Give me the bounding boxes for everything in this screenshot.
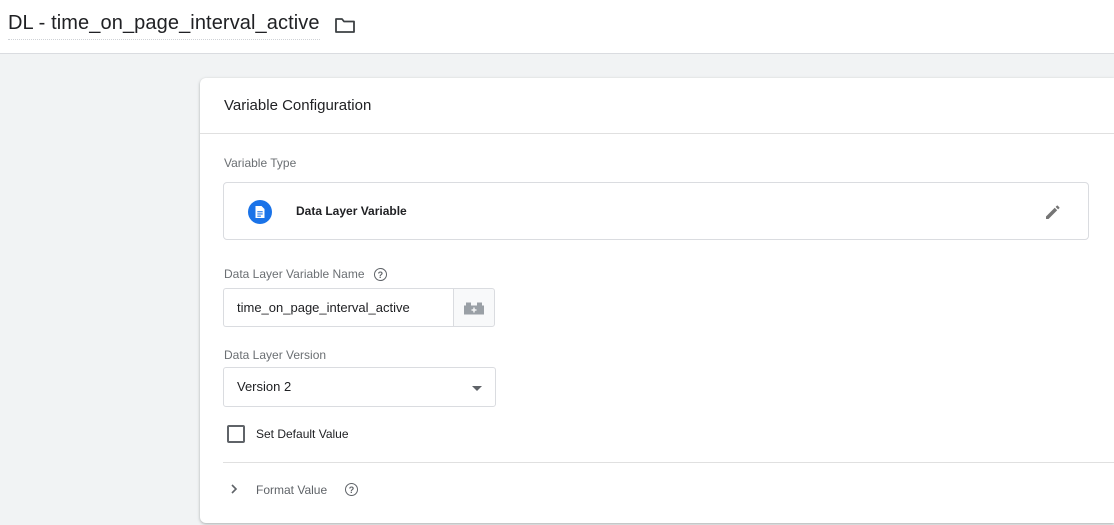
insert-variable-button[interactable] — [453, 288, 495, 327]
divider — [223, 462, 1114, 463]
folder-icon[interactable] — [334, 16, 356, 34]
pencil-icon[interactable] — [1044, 203, 1062, 226]
dropdown-arrow-icon — [472, 386, 482, 391]
variable-type-label: Variable Type — [224, 156, 297, 170]
card-title: Variable Configuration — [224, 97, 372, 114]
dl-version-label: Data Layer Version — [224, 348, 327, 362]
dl-variable-name-label: Data Layer Variable Name ? — [224, 267, 387, 282]
format-value-toggle[interactable]: Format Value ? — [223, 476, 523, 504]
dl-version-selected: Version 2 — [237, 379, 292, 394]
set-default-value-checkbox[interactable] — [227, 425, 245, 443]
variable-type-selector[interactable]: Data Layer Variable — [223, 182, 1089, 240]
chevron-right-icon — [229, 482, 239, 500]
dl-version-select[interactable]: Version 2 — [223, 367, 496, 407]
variable-type-name: Data Layer Variable — [296, 204, 407, 218]
variable-title[interactable]: DL - time_on_page_interval_active — [8, 12, 320, 40]
format-value-label: Format Value — [256, 483, 328, 497]
variable-configuration-card: Variable Configuration Variable Type Dat… — [200, 78, 1114, 523]
document-icon — [248, 200, 272, 224]
help-icon[interactable]: ? — [373, 268, 387, 282]
lego-brick-icon — [464, 302, 484, 314]
card-header: Variable Configuration — [200, 78, 1114, 134]
dl-variable-name-label-text: Data Layer Variable Name — [224, 267, 365, 281]
dl-variable-name-input[interactable] — [223, 288, 453, 327]
title-area: DL - time_on_page_interval_active — [8, 10, 356, 42]
set-default-value-label: Set Default Value — [256, 427, 349, 441]
help-icon[interactable]: ? — [345, 483, 358, 496]
top-bar: DL - time_on_page_interval_active — [0, 0, 1114, 54]
